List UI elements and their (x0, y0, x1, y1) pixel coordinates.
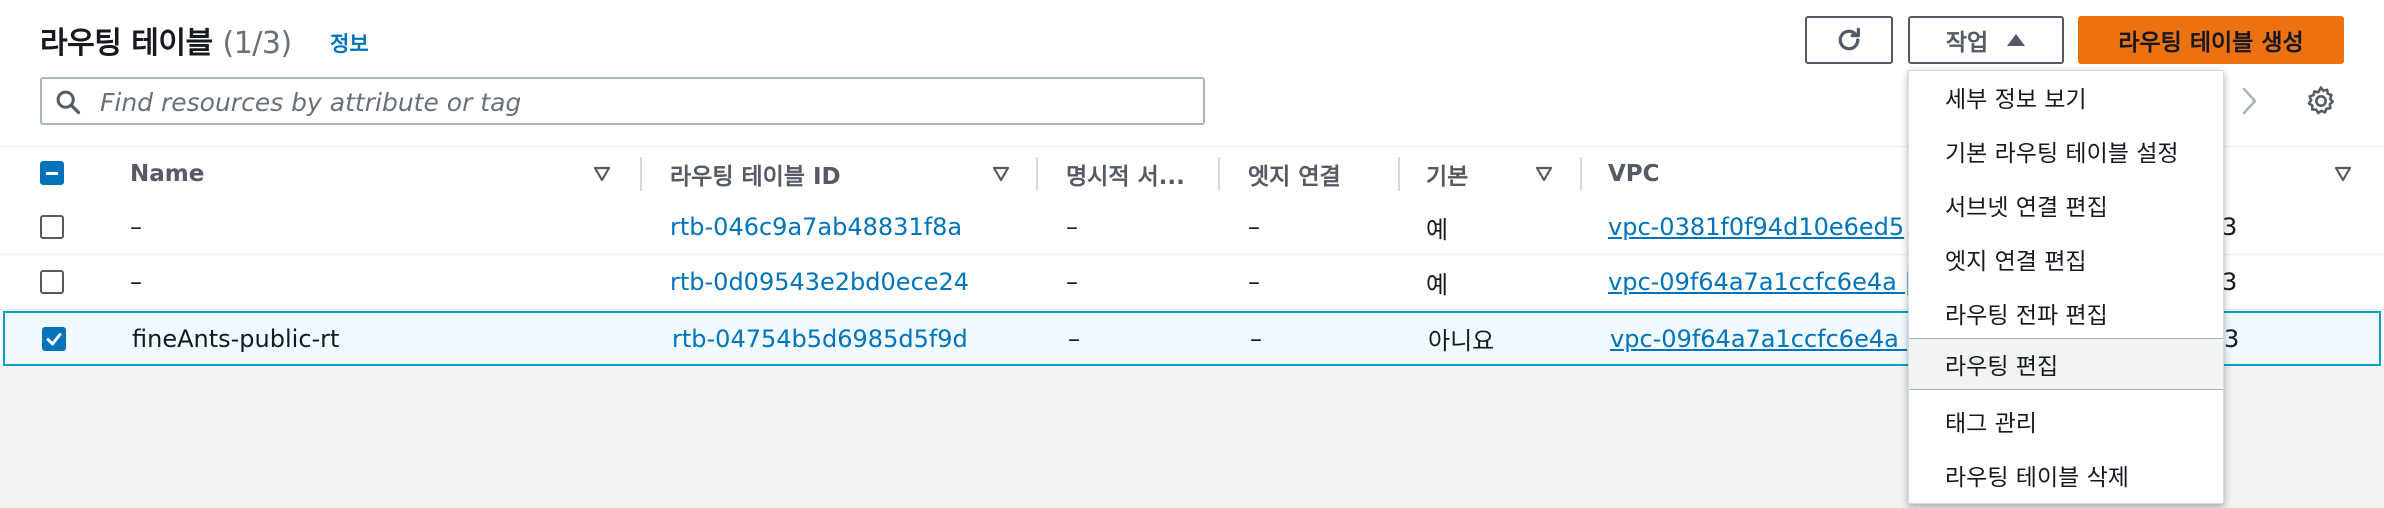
menu-item-view-details[interactable]: 세부 정보 보기 (1909, 71, 2223, 123)
cell-explicit-subnet: – (1066, 213, 1078, 241)
column-header-edge-association[interactable]: 엣지 연결 (1248, 147, 1341, 200)
route-table-id-link[interactable]: rtb-04754b5d6985d5f9d (672, 313, 968, 364)
menu-item-edit-edge-associations[interactable]: 엣지 연결 편집 (1909, 233, 2223, 285)
create-route-table-button[interactable]: 라우팅 테이블 생성 (2078, 16, 2344, 64)
gear-icon[interactable] (2304, 84, 2338, 118)
column-divider[interactable] (1580, 157, 1582, 191)
cell-main: 예 (1426, 215, 1449, 244)
chevron-right-icon[interactable] (2240, 86, 2260, 116)
column-header-name[interactable]: Name (130, 147, 204, 200)
cell-main: 아니요 (1428, 327, 1495, 355)
refresh-button[interactable] (1805, 16, 1893, 64)
column-header-explicit-subnet[interactable]: 명시적 서... (1066, 147, 1185, 200)
page-title-text: 라우팅 테이블 (40, 26, 213, 61)
row-checkbox[interactable] (40, 270, 64, 294)
vpc-link[interactable]: vpc-0381f0f94d10e6ed5 (1608, 200, 1904, 254)
vpc-link[interactable]: vpc-09f64a7a1ccfc6e4a | f (1610, 313, 1931, 364)
sort-down-icon[interactable] (1535, 166, 1553, 182)
actions-button-label: 작업 (1945, 30, 1989, 56)
search-box (40, 77, 1205, 125)
actions-button[interactable]: 작업 (1908, 16, 2064, 64)
cell-name: fineAnts-public-rt (132, 324, 340, 353)
column-header-route-table-id[interactable]: 라우팅 테이블 ID (670, 147, 841, 200)
search-icon (56, 90, 81, 115)
refresh-icon (1838, 27, 1860, 51)
cell-name: – (130, 213, 142, 241)
cell-owner: 3 (2222, 268, 2238, 296)
cell-edge-association: – (1248, 268, 1260, 296)
select-all-checkbox[interactable] (40, 161, 64, 185)
page-title: 라우팅 테이블 (1/3) (40, 18, 292, 62)
menu-item-set-main-route-table[interactable]: 기본 라우팅 테이블 설정 (1909, 125, 2223, 177)
search-input[interactable] (98, 85, 1192, 119)
create-button-label: 라우팅 테이블 생성 (2118, 30, 2304, 56)
column-divider[interactable] (1036, 157, 1038, 191)
menu-item-edit-route-propagation[interactable]: 라우팅 전파 편집 (1909, 287, 2223, 339)
route-table-id-link[interactable]: rtb-046c9a7ab48831f8a (670, 200, 962, 254)
menu-item-manage-tags[interactable]: 태그 관리 (1909, 395, 2223, 447)
menu-item-delete-route-table[interactable]: 라우팅 테이블 삭제 (1909, 449, 2223, 501)
column-divider[interactable] (1398, 157, 1400, 191)
cell-main: 예 (1426, 270, 1449, 299)
cell-owner: 3 (2222, 213, 2238, 241)
info-link[interactable]: 정보 (330, 28, 369, 58)
route-table-id-link[interactable]: rtb-0d09543e2bd0ece24 (670, 255, 969, 309)
caret-up-icon (2007, 34, 2026, 46)
sort-down-icon[interactable] (593, 166, 611, 182)
selection-count: (1/3) (222, 26, 293, 61)
row-checkbox[interactable] (40, 215, 64, 239)
actions-dropdown-menu: 세부 정보 보기 기본 라우팅 테이블 설정 서브넷 연결 편집 엣지 연결 편… (1908, 70, 2224, 504)
sort-down-icon[interactable] (2334, 166, 2352, 182)
check-icon (46, 333, 62, 346)
menu-item-edit-subnet-associations[interactable]: 서브넷 연결 편집 (1909, 179, 2223, 231)
vpc-link[interactable]: vpc-09f64a7a1ccfc6e4a | f (1608, 255, 1929, 309)
cell-owner: 3 (2224, 324, 2240, 353)
cell-explicit-subnet: – (1068, 324, 1080, 353)
menu-item-edit-routes[interactable]: 라우팅 편집 (1909, 338, 2223, 390)
column-divider[interactable] (640, 157, 642, 191)
column-divider[interactable] (1218, 157, 1220, 191)
column-header-main[interactable]: 기본 (1426, 147, 1468, 200)
cell-edge-association: – (1248, 213, 1260, 241)
cell-edge-association: – (1250, 324, 1262, 353)
cell-name: – (130, 268, 142, 296)
row-checkbox-checked[interactable] (42, 327, 66, 351)
sort-down-icon[interactable] (992, 166, 1010, 182)
column-header-vpc[interactable]: VPC (1608, 147, 1660, 200)
cell-explicit-subnet: – (1066, 268, 1078, 296)
